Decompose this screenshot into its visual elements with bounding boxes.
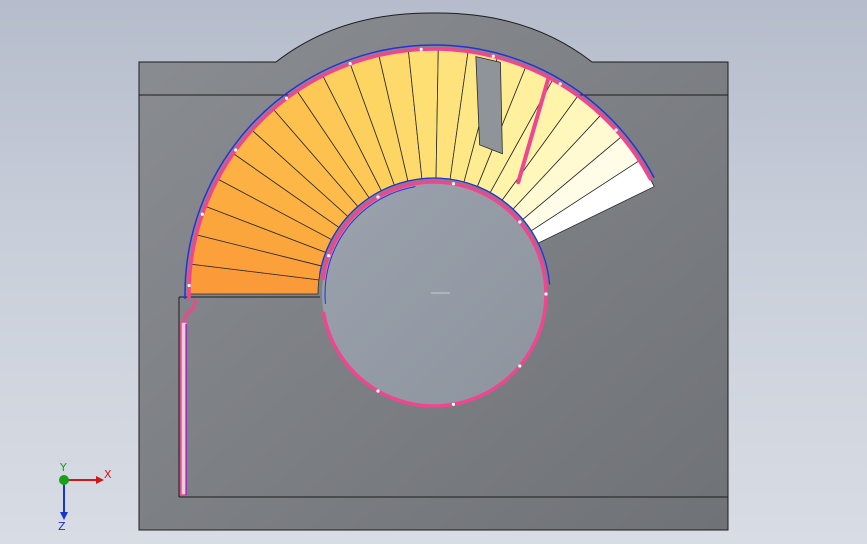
stair-slot <box>475 56 503 155</box>
rail-post <box>451 402 456 406</box>
z-axis-label: Z <box>58 520 66 532</box>
rail-post <box>518 220 522 224</box>
triad-svg: X Y Z <box>58 461 112 533</box>
rail-post <box>187 283 191 288</box>
rail-post <box>348 62 352 66</box>
rail-post <box>451 182 456 186</box>
rail-post <box>544 292 548 296</box>
x-axis-label: X <box>104 468 112 481</box>
y-axis-label: Y <box>59 462 67 474</box>
rail-post <box>200 212 204 216</box>
rail-post <box>558 82 562 86</box>
rail-post <box>327 254 331 258</box>
rail-post <box>419 47 423 51</box>
rail-post <box>614 128 618 132</box>
rail-post <box>284 96 289 100</box>
model-scene[interactable] <box>0 0 867 544</box>
rail-post <box>518 364 522 368</box>
y-axis-dot <box>59 475 69 485</box>
rail-post <box>376 389 380 393</box>
rail-post <box>376 195 380 199</box>
z-axis-arrow <box>60 512 68 520</box>
graphics-viewport[interactable]: X Y Z <box>0 0 867 544</box>
rail-post <box>491 54 495 58</box>
rail-post <box>234 148 238 152</box>
x-axis-arrow <box>96 476 104 484</box>
orientation-triad[interactable]: X Y Z <box>48 461 118 533</box>
